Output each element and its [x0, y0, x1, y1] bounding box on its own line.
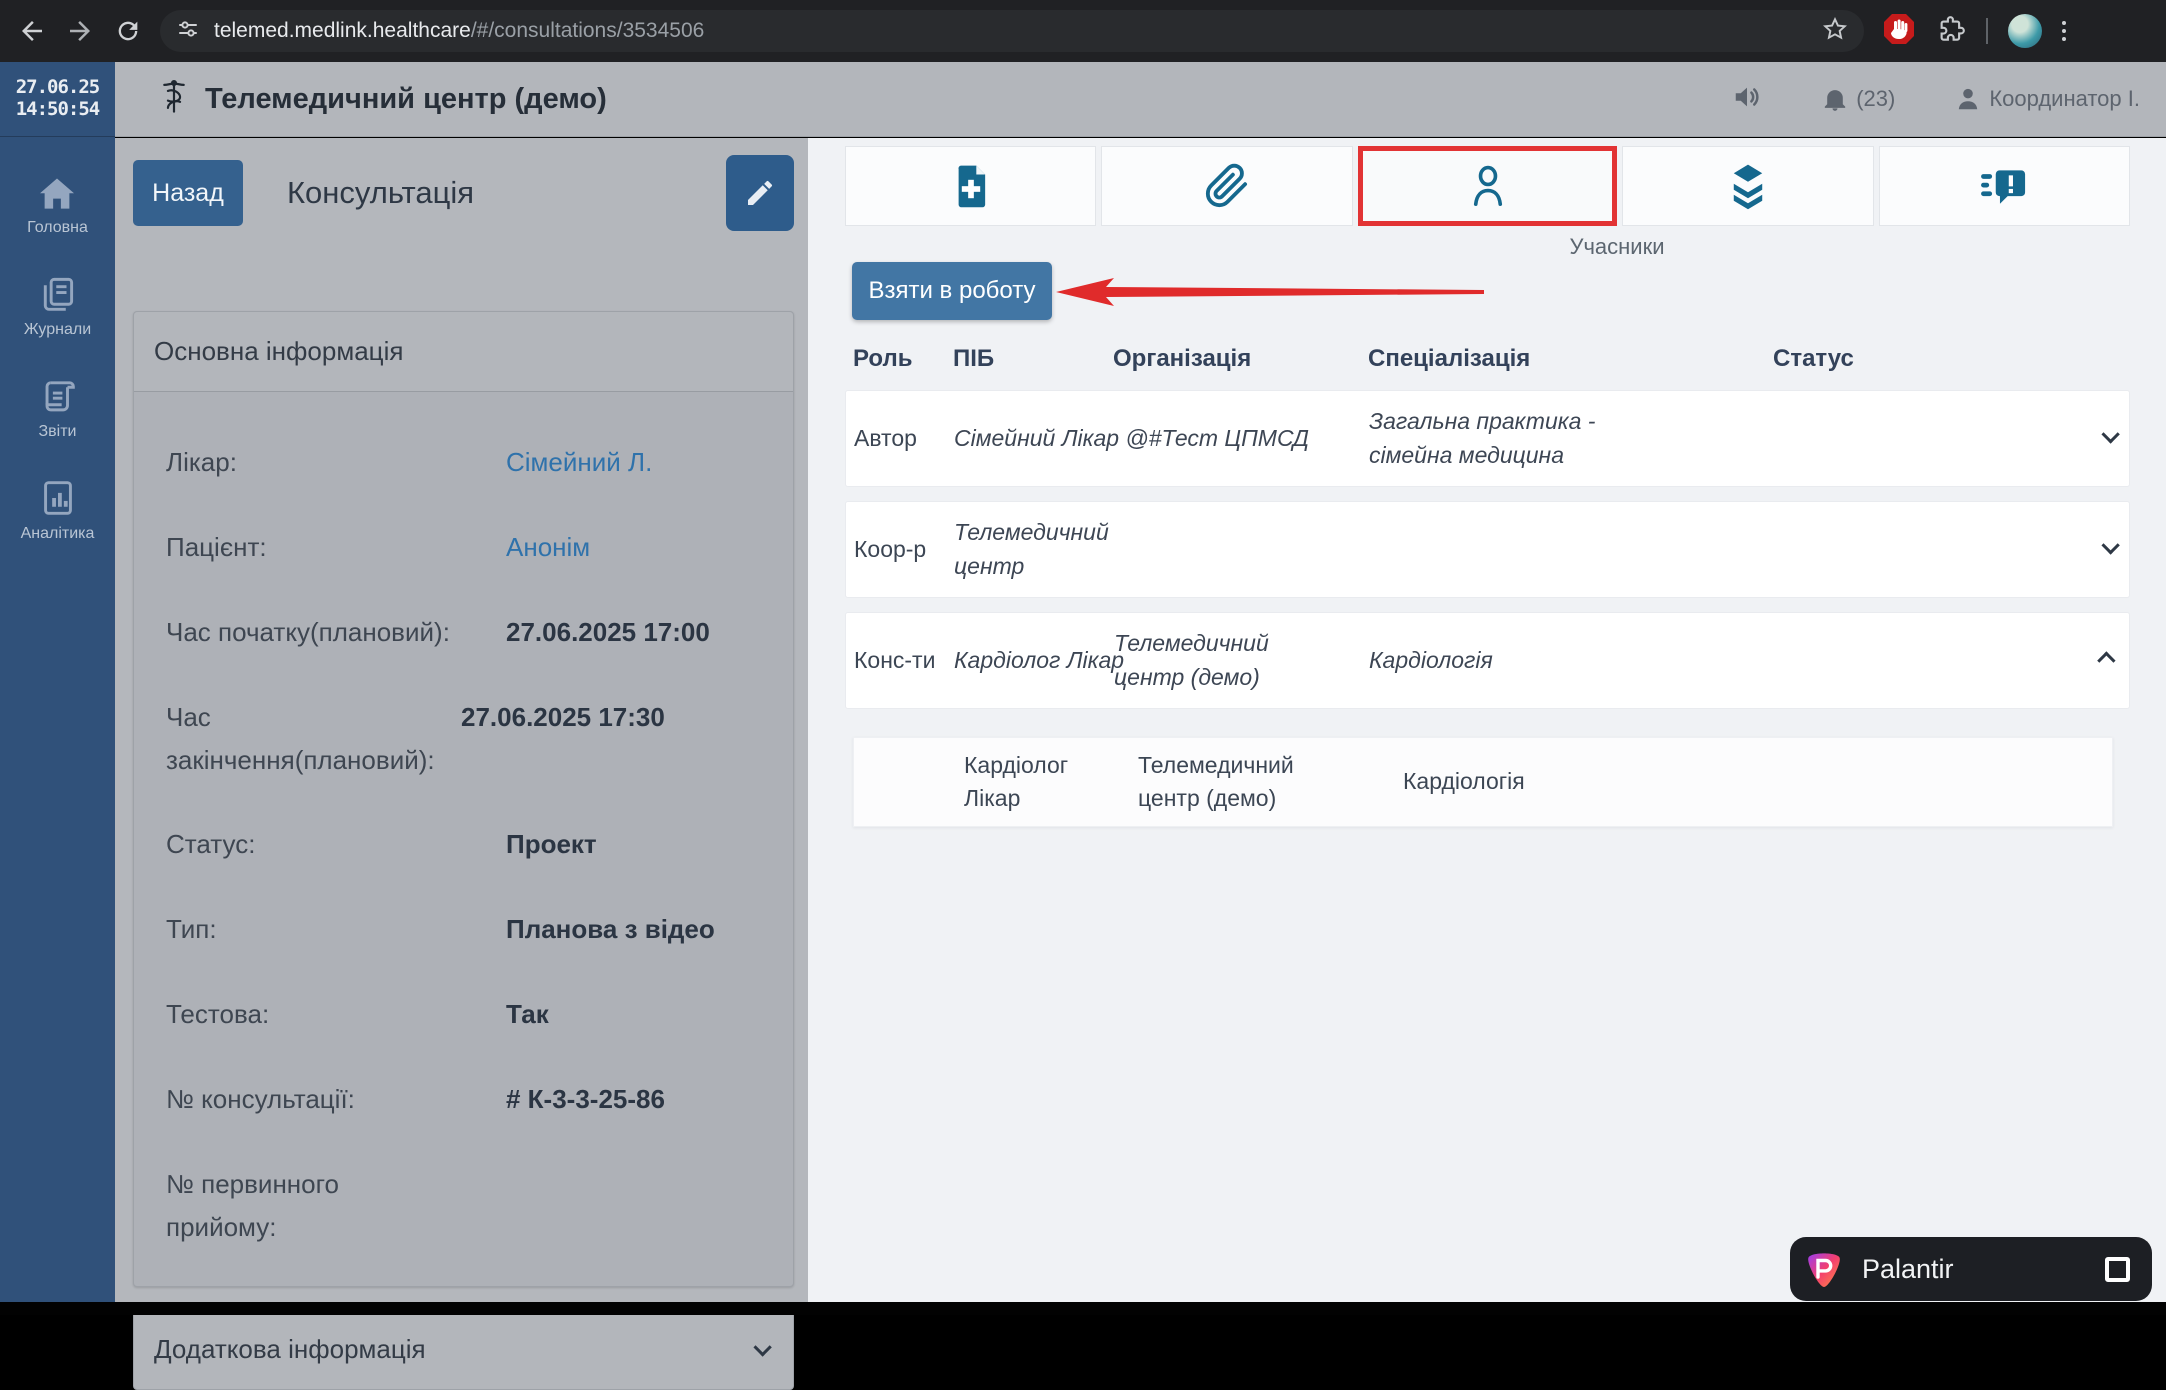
tab-medical-record[interactable]	[845, 146, 1096, 226]
home-icon	[38, 177, 76, 211]
palantir-logo-icon	[1802, 1247, 1846, 1291]
consultation-tabs-panel: Учасники Взяти в роботу Роль ПІБ Організ…	[808, 138, 2166, 1302]
browser-profile-avatar[interactable]	[2008, 14, 2042, 48]
col-organization: Організація	[1113, 345, 1368, 373]
tab-feedback[interactable]	[1879, 146, 2130, 226]
sidebar-time: 14:50:54	[16, 99, 100, 121]
bookmark-star-icon[interactable]	[1822, 16, 1848, 47]
chevron-up-icon	[2097, 651, 2115, 669]
attachments-paperclip-icon	[1204, 163, 1250, 209]
feedback-icon	[1980, 164, 2028, 208]
toolbar-divider	[1986, 18, 1988, 44]
expand-row-button[interactable]	[2102, 430, 2129, 448]
sidebar-item-journals[interactable]: Журнали	[24, 275, 91, 339]
field-type: Тип: Планова з відео	[166, 887, 783, 972]
pencil-icon	[744, 177, 776, 209]
browser-back-icon[interactable]	[8, 7, 56, 55]
consultation-details-panel: Назад Консультація Основна інформація Лі…	[115, 138, 808, 1302]
restore-window-icon[interactable]	[2105, 1257, 2130, 1282]
url-text[interactable]: telemed.medlink.healthcare/#/consultatio…	[214, 19, 1822, 43]
main-info-header: Основна інформація	[134, 312, 793, 392]
tab-bar	[845, 146, 2130, 226]
doctor-link[interactable]: Сімейний Л.	[506, 441, 652, 484]
address-bar[interactable]: telemed.medlink.healthcare/#/consultatio…	[160, 10, 1864, 52]
col-role: Роль	[853, 345, 953, 373]
page-title: Консультація	[287, 175, 474, 211]
additional-info-section[interactable]: Додаткова інформація	[133, 1309, 794, 1390]
notifications-count: (23)	[1856, 86, 1895, 112]
back-button[interactable]: Назад	[133, 160, 243, 226]
field-patient: Пацієнт: Анонім	[166, 505, 783, 590]
bottom-bar	[0, 1302, 2166, 1315]
notifications-bell[interactable]: (23)	[1822, 85, 1895, 113]
stages-layers-icon	[1725, 162, 1771, 210]
field-start-time: Час початку(плановий): 27.06.2025 17:00	[166, 590, 783, 675]
collapse-row-button[interactable]	[2102, 652, 2129, 670]
active-tab-label: Учасники	[1487, 234, 1747, 260]
col-status: Статус	[1773, 345, 2080, 373]
user-label: Координатор І.	[1989, 86, 2140, 112]
chevron-down-icon	[2101, 425, 2119, 443]
app-title: Телемедичний центр (демо)	[205, 83, 607, 116]
browser-reload-icon[interactable]	[104, 7, 152, 55]
analytics-icon	[39, 479, 77, 517]
sidebar-item-reports[interactable]: Звіти	[39, 377, 77, 441]
browser-forward-icon[interactable]	[56, 7, 104, 55]
table-row[interactable]: Коор-р Телемедичний центр	[845, 501, 2130, 598]
col-name: ПІБ	[953, 345, 1113, 373]
table-header-row: Роль ПІБ Організація Спеціалізація Стату…	[845, 328, 2130, 390]
expand-row-button[interactable]	[2102, 541, 2129, 559]
annotation-arrow	[1056, 274, 1486, 310]
caduceus-icon	[159, 80, 189, 119]
sound-icon[interactable]	[1732, 82, 1762, 117]
main-info-title: Основна інформація	[154, 336, 403, 367]
browser-toolbar: telemed.medlink.healthcare/#/consultatio…	[0, 0, 2166, 62]
edit-button[interactable]	[726, 155, 794, 231]
reports-scroll-icon	[39, 377, 77, 415]
expanded-detail-row: Кардіолог Лікар Телемедичний центр (демо…	[853, 737, 2113, 827]
user-icon	[1955, 86, 1981, 112]
main-info-card: Основна інформація Лікар: Сімейний Л. Па…	[133, 311, 794, 1287]
browser-menu-icon[interactable]	[2062, 21, 2066, 41]
table-row[interactable]: Конс-ти Кардіолог Лікар Телемедичний цен…	[845, 612, 2130, 709]
sidebar-date: 27.06.25	[16, 77, 100, 99]
tab-attachments[interactable]	[1101, 146, 1352, 226]
user-menu[interactable]: Координатор І.	[1955, 86, 2140, 112]
medical-record-icon	[949, 163, 993, 209]
palantir-widget[interactable]: Palantir	[1790, 1237, 2152, 1301]
tab-stages[interactable]	[1622, 146, 1873, 226]
sidebar: 27.06.25 14:50:54 Головна Журнали Звіти	[0, 62, 115, 1302]
table-row[interactable]: Автор Сімейний Лікар @#Тест ЦПМСД Загаль…	[845, 390, 2130, 487]
tab-participants[interactable]	[1358, 146, 1617, 226]
adblock-extension-icon[interactable]	[1882, 12, 1916, 51]
site-settings-icon[interactable]	[176, 17, 200, 46]
sidebar-item-analytics[interactable]: Аналітика	[21, 479, 95, 543]
field-doctor: Лікар: Сімейний Л.	[166, 420, 783, 505]
journals-icon	[38, 275, 76, 313]
chevron-down-icon	[753, 1338, 771, 1356]
col-specialization: Спеціалізація	[1368, 345, 1773, 373]
field-consultation-number: № консультації: # К-3-3-25-86	[166, 1057, 783, 1142]
additional-info-title: Додаткова інформація	[154, 1334, 426, 1365]
extensions-puzzle-icon[interactable]	[1936, 14, 1966, 49]
field-test: Тестова: Так	[166, 972, 783, 1057]
app-header: Телемедичний центр (демо) (23) Координат…	[115, 62, 2166, 137]
take-to-work-button[interactable]: Взяти в роботу	[852, 262, 1052, 320]
bell-icon	[1822, 85, 1848, 113]
patient-link[interactable]: Анонім	[506, 526, 590, 569]
palantir-label: Palantir	[1862, 1254, 1954, 1285]
field-end-time: Час закінчення(плановий): 27.06.2025 17:…	[166, 675, 783, 803]
field-primary-visit-number: № первинного прийому:	[166, 1142, 783, 1270]
participants-icon	[1465, 162, 1511, 210]
field-status: Статус: Проект	[166, 802, 783, 887]
sidebar-clock: 27.06.25 14:50:54	[0, 62, 115, 137]
participants-table: Роль ПІБ Організація Спеціалізація Стату…	[845, 328, 2130, 827]
chevron-down-icon	[2101, 536, 2119, 554]
sidebar-item-home[interactable]: Головна	[27, 177, 88, 237]
